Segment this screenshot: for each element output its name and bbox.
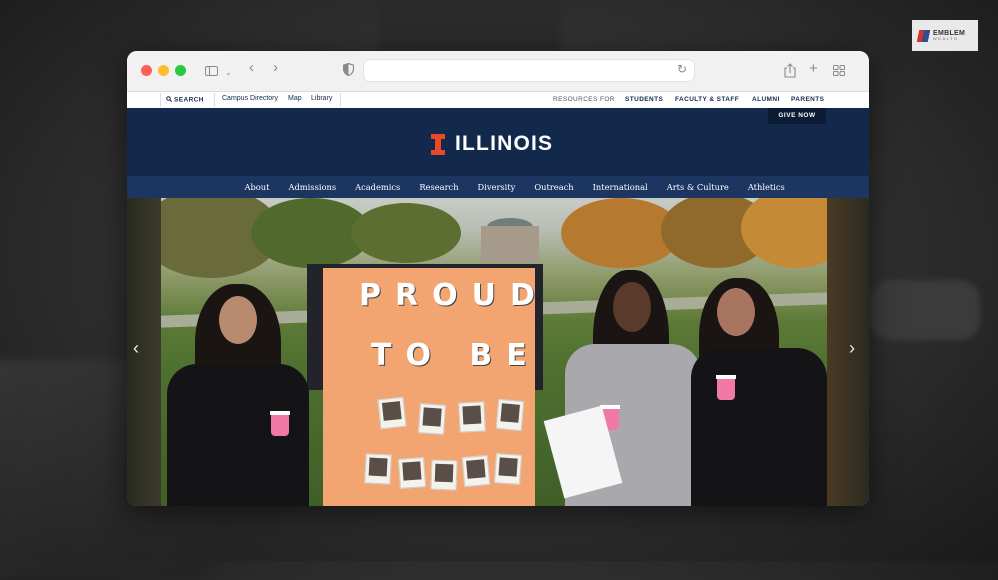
- photo-print: [397, 457, 427, 489]
- audience-link-faculty-staff[interactable]: FACULTY & STAFF: [675, 96, 739, 103]
- sidebar-toggle-icon[interactable]: [205, 66, 218, 76]
- nav-item-outreach[interactable]: Outreach: [525, 176, 583, 198]
- address-bar[interactable]: ↻: [364, 60, 694, 81]
- new-tab-icon[interactable]: +: [809, 61, 818, 77]
- library-link[interactable]: Library: [311, 95, 332, 102]
- previous-slide-arrow[interactable]: ‹: [133, 338, 139, 359]
- search-label: SEARCH: [174, 96, 204, 104]
- browser-window: ⌄ ‹ › ↻ + SEARCH Campus Directory Map Li…: [127, 51, 869, 506]
- background-monitor: [380, 0, 560, 50]
- maximize-button[interactable]: [175, 65, 186, 76]
- nav-item-academics[interactable]: Academics: [346, 176, 410, 198]
- block-i-icon: [431, 133, 445, 155]
- browser-toolbar: ⌄ ‹ › ↻ +: [127, 51, 869, 92]
- nav-item-athletics[interactable]: Athletics: [738, 176, 794, 198]
- map-link[interactable]: Map: [288, 95, 302, 102]
- photo-print: [461, 454, 491, 488]
- resources-for-label: RESOURCES FOR: [553, 96, 615, 103]
- tab-overview-icon[interactable]: [833, 65, 845, 76]
- nav-item-international[interactable]: International: [583, 176, 657, 198]
- hero-image: PROUD TO BE: [161, 198, 827, 506]
- photo-print: [430, 459, 458, 491]
- sign-text-line2: TO BE: [371, 338, 541, 373]
- photo-print: [364, 453, 392, 485]
- close-button[interactable]: [141, 65, 152, 76]
- watermark-logo: EMBLEM WEALTH: [912, 20, 978, 51]
- privacy-shield-icon[interactable]: [343, 63, 354, 76]
- main-nav: About Admissions Academics Research Dive…: [127, 176, 869, 198]
- photo-print: [495, 398, 525, 432]
- hero-carousel: PROUD TO BE ‹ ›: [127, 198, 869, 506]
- back-icon[interactable]: ‹: [249, 60, 254, 76]
- divider: [340, 93, 341, 107]
- nav-item-about[interactable]: About: [235, 176, 279, 198]
- nav-item-diversity[interactable]: Diversity: [468, 176, 525, 198]
- campus-directory-link[interactable]: Campus Directory: [222, 95, 278, 102]
- site-logo[interactable]: ILLINOIS: [431, 132, 553, 156]
- audience-link-alumni[interactable]: ALUMNI: [752, 96, 780, 103]
- watermark-line2: WEALTH: [933, 36, 959, 41]
- photo-print: [377, 396, 407, 430]
- background-mouse: [870, 280, 980, 340]
- brand-wordmark: ILLINOIS: [455, 132, 554, 155]
- site-header: GIVE NOW ILLINOIS: [127, 108, 869, 176]
- share-icon[interactable]: [784, 63, 796, 78]
- forward-icon[interactable]: ›: [273, 60, 278, 76]
- nav-item-admissions[interactable]: Admissions: [279, 176, 346, 198]
- building: [481, 226, 539, 262]
- audience-link-students[interactable]: STUDENTS: [625, 96, 663, 103]
- chevron-down-icon[interactable]: ⌄: [225, 65, 232, 81]
- divider: [214, 93, 215, 107]
- divider: [160, 93, 161, 107]
- nav-item-arts-culture[interactable]: Arts & Culture: [657, 176, 738, 198]
- emblem-icon: [916, 29, 931, 43]
- photo-print: [417, 403, 447, 435]
- give-now-button[interactable]: GIVE NOW: [768, 108, 826, 124]
- sign-text-line1: PROUD: [359, 278, 549, 313]
- audience-link-parents[interactable]: PARENTS: [791, 96, 824, 103]
- reload-icon[interactable]: ↻: [677, 62, 687, 76]
- photo-print: [493, 453, 523, 485]
- nav-item-research[interactable]: Research: [410, 176, 468, 198]
- minimize-button[interactable]: [158, 65, 169, 76]
- next-slide-preview: [827, 198, 869, 506]
- search-icon: [166, 96, 173, 103]
- search-link[interactable]: SEARCH: [166, 96, 204, 104]
- utility-bar: SEARCH Campus Directory Map Library RESO…: [127, 92, 869, 108]
- photo-print: [458, 401, 486, 433]
- next-slide-arrow[interactable]: ›: [849, 338, 855, 359]
